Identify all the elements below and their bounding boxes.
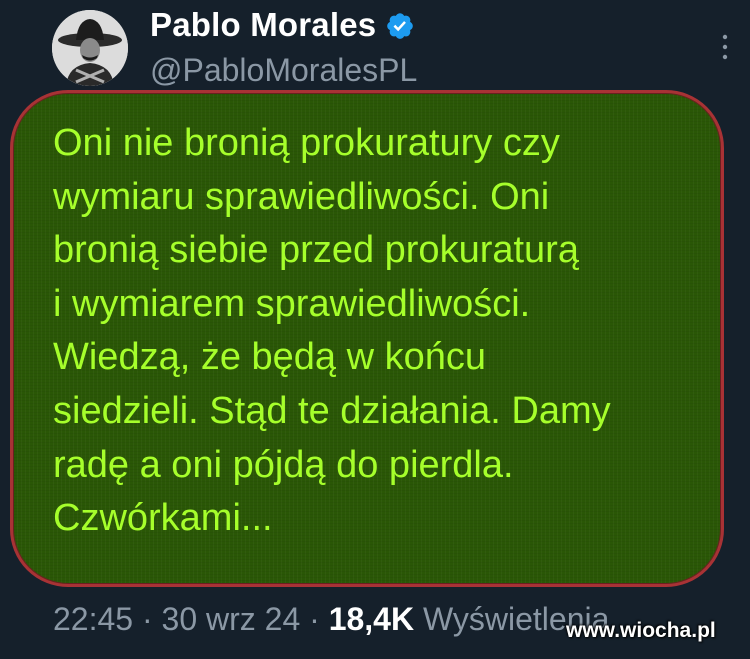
tweet-screenshot: Pablo Morales @PabloMoralesPL Oni nie br… (0, 0, 750, 659)
meta-separator: · (309, 601, 320, 637)
avatar-photo (52, 10, 128, 86)
tweet-date[interactable]: 30 wrz 24 (162, 601, 301, 637)
display-name[interactable]: Pablo Morales (150, 6, 376, 44)
watermark: www.wiocha.pl (566, 619, 716, 642)
user-handle[interactable]: @PabloMoralesPL (150, 52, 417, 89)
more-options-icon[interactable] (718, 32, 732, 62)
tweet-text-line: radę a oni pójdą do pierdla. (53, 443, 514, 486)
views-count[interactable]: 18,4K (329, 601, 414, 637)
tweet-text-line: Oni nie bronią prokuratury czy (53, 122, 560, 164)
verified-badge-icon (387, 13, 413, 39)
tweet-time[interactable]: 22:45 (53, 601, 133, 637)
tweet-text-line: siedzieli. Stąd te działania. Damy (53, 389, 611, 432)
tweet-text-line: bronią siebie przed prokuraturą (53, 229, 579, 272)
avatar[interactable] (52, 10, 128, 86)
tweet-text: Oni nie bronią prokuratury czy wymiaru s… (53, 117, 723, 546)
tweet-text-line: Czwórkami... (53, 497, 273, 540)
meta-separator: · (141, 601, 153, 637)
tweet-text-line: i wymiarem sprawiedliwości. (53, 282, 531, 325)
tweet-meta: 22:45 · 30 wrz 24 · 18,4K Wyświetlenia (53, 601, 609, 638)
tweet-text-line: wymiaru sprawiedliwości. Oni (53, 175, 550, 218)
tweet-text-line: Wiedzą, że będą w końcu (53, 336, 487, 379)
